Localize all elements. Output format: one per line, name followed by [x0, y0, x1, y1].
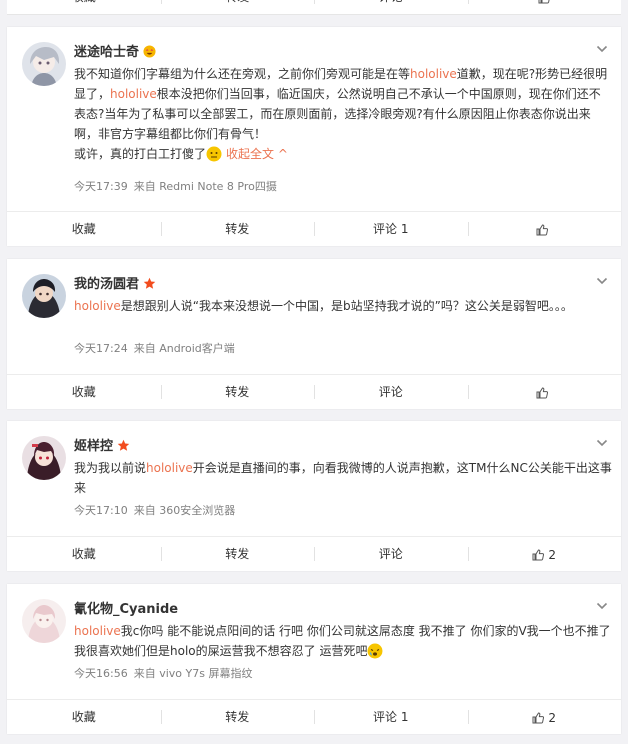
chevron-down-icon[interactable]	[596, 601, 608, 611]
action-bar: 收藏 转发 评论 1 2	[7, 699, 621, 734]
comment-card: 我的汤圆君 hololive是想跟别人说“我本来没想说一个中国，是b站坚持我才说…	[7, 259, 621, 409]
thumbs-up-icon	[538, 0, 550, 3]
emoji-badge-icon	[143, 45, 156, 62]
timestamp[interactable]: 今天17:10	[74, 504, 128, 517]
avatar[interactable]	[22, 436, 66, 480]
like-button[interactable]	[467, 375, 622, 409]
favorite-button[interactable]: 收藏	[7, 0, 161, 14]
topic-link[interactable]: hololive	[410, 67, 457, 81]
comment-button[interactable]: 评论	[314, 375, 468, 409]
comment-card: 迷途哈士奇 我不知道你们字幕组为什么还在旁观，之前你们旁观可能是在等hololi…	[7, 27, 621, 246]
post-source: 来自 Redmi Note 8 Pro四摄	[133, 180, 277, 193]
comment-text: hololive我c你吗 能不能说点阳间的话 行吧 你们公司就这屌态度 我不推了…	[74, 621, 612, 665]
timestamp[interactable]: 今天17:39	[74, 180, 128, 193]
comment-card: 姬样控 我为我以前说hololive开会说是直播间的事，向看我微博的人说声抱歉，…	[7, 421, 621, 571]
favorite-button[interactable]: 收藏	[7, 700, 161, 734]
post-meta: 今天17:39 来自 Redmi Note 8 Pro四摄	[74, 178, 277, 194]
like-button[interactable]: 2	[467, 700, 622, 734]
thumbs-up-icon	[536, 223, 549, 235]
comment-button[interactable]: 评论	[314, 537, 468, 571]
chevron-down-icon[interactable]	[596, 276, 608, 286]
favorite-button[interactable]: 收藏	[7, 537, 161, 571]
action-bar: 收藏 转发 评论	[7, 374, 621, 409]
topic-link[interactable]: hololive	[74, 299, 121, 313]
username[interactable]: 氰化物_Cyanide	[74, 598, 178, 617]
timestamp[interactable]: 今天17:24	[74, 342, 128, 355]
like-count: 2	[548, 710, 557, 725]
username[interactable]: 迷途哈士奇	[74, 41, 156, 62]
action-bar: 收藏 转发 评论 1	[7, 211, 621, 246]
post-meta: 今天17:24 来自 Android客户端	[74, 340, 235, 356]
emoji-icon	[206, 146, 222, 168]
previous-action-bar: 收藏 转发 评论	[7, 0, 621, 15]
emoji-icon	[367, 643, 383, 665]
username-text[interactable]: 氰化物_Cyanide	[74, 602, 178, 617]
topic-link[interactable]: hololive	[74, 624, 121, 638]
chevron-down-icon[interactable]	[596, 44, 608, 54]
comment-button[interactable]: 评论 1	[314, 212, 468, 246]
timestamp[interactable]: 今天16:56	[74, 667, 128, 680]
post-source: 来自 Android客户端	[133, 342, 235, 355]
thumbs-up-icon	[532, 548, 545, 560]
comment-text: 我为我以前说hololive开会说是直播间的事，向看我微博的人说声抱歉，这TM什…	[74, 461, 612, 495]
like-count: 2	[548, 547, 557, 562]
comment-text: hololive是想跟别人说“我本来没想说一个中国，是b站坚持我才说的”吗？这公…	[74, 299, 573, 313]
comment-button[interactable]: 评论 1	[314, 700, 468, 734]
thumbs-up-icon	[532, 711, 545, 723]
chevron-down-icon[interactable]	[596, 438, 608, 448]
topic-link[interactable]: hololive	[146, 461, 193, 475]
username-text[interactable]: 迷途哈士奇	[74, 45, 139, 60]
post-source: 来自 360安全浏览器	[133, 504, 236, 517]
username-text[interactable]: 姬样控	[74, 439, 113, 454]
username[interactable]: 姬样控	[74, 435, 130, 456]
thumbs-up-icon	[536, 386, 549, 398]
red-star-icon	[117, 439, 130, 456]
comment-feed: 收藏 转发 评论 迷途哈士奇 我不知道你们字幕组为什么还在旁观，之前你们旁观可能…	[0, 0, 628, 744]
avatar[interactable]	[22, 599, 66, 643]
username[interactable]: 我的汤圆君	[74, 273, 156, 294]
post-meta: 今天16:56 来自 vivo Y7s 屏幕指纹	[74, 665, 252, 681]
like-button[interactable]: 2	[467, 537, 622, 571]
comment-button[interactable]: 评论	[314, 0, 468, 14]
repost-button[interactable]: 转发	[160, 700, 315, 734]
favorite-button[interactable]: 收藏	[7, 375, 161, 409]
comment-card: 氰化物_Cyanide hololive我c你吗 能不能说点阳间的话 行吧 你们…	[7, 584, 621, 734]
comment-text: 我不知道你们字幕组为什么还在旁观，之前你们旁观可能是在等hololive道歉，现…	[74, 64, 612, 168]
username-text[interactable]: 我的汤圆君	[74, 277, 139, 292]
avatar[interactable]	[22, 42, 66, 86]
favorite-button[interactable]: 收藏	[7, 212, 161, 246]
action-bar: 收藏 转发 评论 2	[7, 536, 621, 571]
red-star-icon	[143, 277, 156, 294]
repost-button[interactable]: 转发	[160, 212, 315, 246]
repost-button[interactable]: 转发	[160, 0, 315, 14]
post-source: 来自 vivo Y7s 屏幕指纹	[133, 667, 253, 680]
like-button[interactable]	[467, 0, 622, 14]
post-meta: 今天17:10 来自 360安全浏览器	[74, 502, 235, 518]
repost-button[interactable]: 转发	[160, 375, 315, 409]
repost-button[interactable]: 转发	[160, 537, 315, 571]
avatar[interactable]	[22, 274, 66, 318]
collapse-link[interactable]: 收起全文 ^	[226, 147, 288, 161]
like-button[interactable]	[467, 212, 622, 246]
topic-link[interactable]: hololive	[110, 87, 157, 101]
